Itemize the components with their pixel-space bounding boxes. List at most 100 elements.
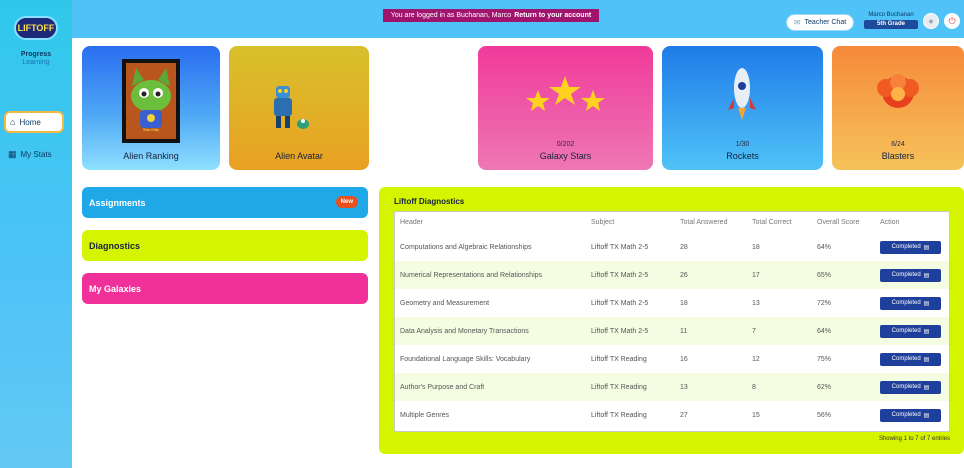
column-header-action: Action bbox=[880, 218, 900, 226]
galaxy-stars-card[interactable]: 0/202 Galaxy Stars bbox=[478, 46, 653, 170]
row-overall-score: 75% bbox=[817, 355, 832, 363]
row-total-answered: 13 bbox=[680, 383, 688, 391]
completed-button[interactable]: Completed ▤ bbox=[880, 380, 941, 394]
row-header: Data Analysis and Monetary Transactions bbox=[400, 327, 529, 335]
sidebar-item-label: Home bbox=[19, 117, 41, 127]
completed-button[interactable]: Completed ▤ bbox=[880, 240, 941, 254]
column-header-overall-score[interactable]: Overall Score bbox=[817, 219, 859, 226]
blasters-label: Blasters bbox=[881, 151, 915, 161]
completed-label: Completed bbox=[891, 244, 921, 250]
row-header: Geometry and Measurement bbox=[400, 299, 490, 307]
row-total-correct: 7 bbox=[752, 327, 756, 335]
row-total-answered: 26 bbox=[680, 271, 688, 279]
report-icon: ▤ bbox=[923, 384, 930, 391]
logout-button[interactable]: ⏻ bbox=[944, 13, 960, 29]
report-icon: ▤ bbox=[923, 356, 930, 363]
grade-badge: 5th Grade bbox=[864, 20, 918, 29]
completed-button[interactable]: Completed ▤ bbox=[880, 296, 941, 310]
row-header: Numerical Representations and Relationsh… bbox=[400, 271, 543, 279]
report-icon: ▤ bbox=[923, 328, 930, 335]
alien-avatar-label: Alien Avatar bbox=[275, 151, 323, 161]
column-header-total-answered[interactable]: Total Answered bbox=[680, 219, 727, 226]
completed-button[interactable]: Completed ▤ bbox=[880, 324, 941, 338]
diagnostics-table: Header Subject Total Answered Total Corr… bbox=[394, 211, 950, 432]
sidebar-item-label: My Stats bbox=[20, 149, 52, 159]
alien-avatar-card[interactable]: Alien Avatar bbox=[229, 46, 369, 170]
page: LIFTOFF Progress Learning ⌂ Home ▦ My St… bbox=[0, 0, 964, 468]
sidebar-item-my-stats[interactable]: ▦ My Stats bbox=[0, 143, 72, 165]
row-total-correct: 8 bbox=[752, 383, 756, 391]
report-icon: ▤ bbox=[923, 300, 930, 307]
brand-line-1: Progress bbox=[20, 51, 52, 58]
assignments-bar[interactable]: Assignments New bbox=[82, 187, 368, 218]
row-overall-score: 62% bbox=[817, 383, 832, 391]
column-header-total-correct[interactable]: Total Correct bbox=[752, 219, 792, 226]
row-overall-score: 64% bbox=[817, 327, 832, 335]
user-icon: ● bbox=[928, 16, 934, 26]
sidebar-item-home[interactable]: ⌂ Home bbox=[4, 111, 64, 133]
alien-ranking-card[interactable]: Star Kitty Alien Ranking bbox=[82, 46, 220, 170]
completed-label: Completed bbox=[891, 272, 921, 278]
row-total-correct: 13 bbox=[752, 299, 760, 307]
completed-button[interactable]: Completed ▤ bbox=[880, 408, 941, 422]
row-overall-score: 56% bbox=[817, 411, 832, 419]
rockets-label: Rockets bbox=[726, 151, 759, 161]
row-header: Multiple Genres bbox=[400, 411, 450, 419]
column-header-header[interactable]: Header bbox=[400, 219, 423, 226]
row-total-correct: 12 bbox=[752, 355, 760, 363]
completed-button[interactable]: Completed ▤ bbox=[880, 352, 941, 366]
user-info: Marco Buchanan 5th Grade bbox=[864, 11, 918, 29]
table-entries-info: Showing 1 to 7 of 7 entries bbox=[878, 436, 950, 442]
return-to-account-link[interactable]: Return to your account bbox=[514, 12, 591, 19]
poster-caption: Star Kitty bbox=[142, 127, 160, 132]
my-galaxies-bar[interactable]: My Galaxies bbox=[82, 273, 368, 304]
completed-button[interactable]: Completed ▤ bbox=[880, 268, 941, 282]
table-row: Geometry and Measurement Liftoff TX Math… bbox=[395, 289, 949, 317]
brand-line-2: Learning bbox=[22, 59, 50, 66]
rockets-card[interactable]: 1/30 Rockets bbox=[662, 46, 823, 170]
row-total-correct: 17 bbox=[752, 271, 760, 279]
chat-icon: ✉ bbox=[793, 18, 801, 27]
teacher-chat-button[interactable]: ✉ Teacher Chat bbox=[786, 14, 854, 31]
house-icon: ⌂ bbox=[10, 117, 16, 127]
row-total-answered: 28 bbox=[680, 243, 688, 251]
row-subject: Liftoff TX Math 2-5 bbox=[591, 271, 649, 279]
table-row: Author's Purpose and Craft Liftoff TX Re… bbox=[395, 373, 949, 401]
stats-icon: ▦ bbox=[8, 148, 17, 159]
completed-label: Completed bbox=[891, 384, 921, 390]
galaxy-stars-label: Galaxy Stars bbox=[539, 151, 592, 161]
blasters-card[interactable]: 6/24 Blasters bbox=[832, 46, 964, 170]
table-row: Computations and Algebraic Relationships… bbox=[395, 233, 949, 261]
liftoff-logo[interactable]: LIFTOFF bbox=[14, 16, 58, 40]
row-header: Foundational Language Skills: Vocabulary bbox=[400, 355, 531, 363]
login-notice: You are logged in as Buchanan, Marco bbox=[390, 12, 512, 19]
sidebar: LIFTOFF Progress Learning ⌂ Home ▦ My St… bbox=[0, 0, 72, 468]
report-icon: ▤ bbox=[923, 272, 930, 279]
report-icon: ▤ bbox=[923, 244, 930, 251]
completed-label: Completed bbox=[891, 356, 921, 362]
row-total-answered: 18 bbox=[680, 299, 688, 307]
new-badge: New bbox=[335, 196, 358, 208]
row-total-answered: 27 bbox=[680, 411, 688, 419]
blasters-count: 6/24 bbox=[891, 141, 905, 148]
row-subject: Liftoff TX Reading bbox=[591, 383, 647, 391]
table-row: Multiple Genres Liftoff TX Reading 27 15… bbox=[395, 401, 949, 429]
column-header-subject[interactable]: Subject bbox=[591, 219, 614, 226]
table-row: Foundational Language Skills: Vocabulary… bbox=[395, 345, 949, 373]
row-subject: Liftoff TX Math 2-5 bbox=[591, 243, 649, 251]
progress-learning-brand: Progress Learning bbox=[4, 51, 68, 67]
rockets-count: 1/30 bbox=[735, 141, 750, 148]
alien-ranking-label: Alien Ranking bbox=[123, 151, 179, 161]
galaxy-stars-count: 0/202 bbox=[556, 141, 575, 148]
row-overall-score: 65% bbox=[817, 271, 832, 279]
row-overall-score: 64% bbox=[817, 243, 832, 251]
row-subject: Liftoff TX Math 2-5 bbox=[591, 327, 649, 335]
row-total-answered: 16 bbox=[680, 355, 688, 363]
assignments-label: Assignments bbox=[89, 197, 146, 208]
table-header-row: Header Subject Total Answered Total Corr… bbox=[395, 212, 949, 232]
teacher-chat-label: Teacher Chat bbox=[804, 19, 847, 26]
completed-label: Completed bbox=[891, 328, 921, 334]
diagnostics-bar[interactable]: Diagnostics bbox=[82, 230, 368, 261]
avatar[interactable]: ● bbox=[923, 13, 939, 29]
liftoff-diagnostics-panel: Liftoff Diagnostics Header Subject Total… bbox=[379, 187, 964, 454]
